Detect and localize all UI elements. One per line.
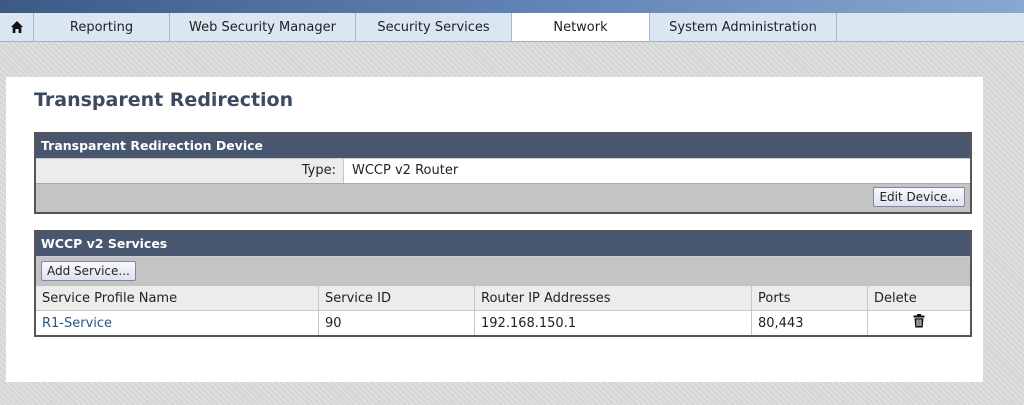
table-header-row: Service Profile Name Service ID Router I…: [36, 286, 970, 311]
services-button-row: Add Service...: [36, 257, 970, 286]
tab-network[interactable]: Network: [512, 13, 650, 41]
tab-security-services[interactable]: Security Services: [356, 13, 512, 41]
edit-device-button[interactable]: Edit Device...: [873, 187, 965, 207]
services-section-header: WCCP v2 Services: [36, 232, 970, 257]
column-header-service-profile-name: Service Profile Name: [36, 286, 319, 311]
services-table: Service Profile Name Service ID Router I…: [36, 286, 970, 335]
delete-cell: [868, 311, 971, 336]
service-id-cell: 90: [318, 310, 475, 335]
table-row: R1-Service 90 192.168.150.1 80,443: [36, 310, 971, 336]
home-icon: [10, 21, 23, 33]
trash-icon[interactable]: [913, 314, 925, 332]
tab-reporting[interactable]: Reporting: [34, 13, 170, 41]
tab-system-administration[interactable]: System Administration: [650, 13, 837, 41]
column-header-router-ip-addresses: Router IP Addresses: [474, 286, 752, 311]
top-banner: [0, 0, 1024, 14]
device-button-row: Edit Device...: [36, 184, 970, 212]
content-panel: Transparent Redirection Transparent Redi…: [6, 77, 983, 382]
main-nav: Reporting Web Security Manager Security …: [0, 13, 1024, 42]
device-type-value: WCCP v2 Router: [352, 163, 459, 178]
service-name-cell: R1-Service: [36, 310, 319, 335]
column-header-delete: Delete: [867, 286, 970, 311]
home-tab[interactable]: [0, 13, 34, 41]
page-title: Transparent Redirection: [34, 89, 294, 111]
ports-cell: 80,443: [751, 310, 868, 335]
device-type-label: Type:: [36, 159, 344, 183]
device-type-row: Type: WCCP v2 Router: [36, 159, 970, 184]
add-service-button[interactable]: Add Service...: [41, 261, 136, 281]
column-header-ports: Ports: [751, 286, 868, 311]
tab-web-security-manager[interactable]: Web Security Manager: [170, 13, 356, 41]
column-header-service-id: Service ID: [318, 286, 475, 311]
device-section-header: Transparent Redirection Device: [36, 134, 970, 159]
services-section: WCCP v2 Services Add Service... Service …: [34, 230, 972, 337]
device-section: Transparent Redirection Device Type: WCC…: [34, 132, 972, 214]
router-ip-cell: 192.168.150.1: [474, 310, 752, 335]
service-name-link[interactable]: R1-Service: [42, 316, 112, 331]
